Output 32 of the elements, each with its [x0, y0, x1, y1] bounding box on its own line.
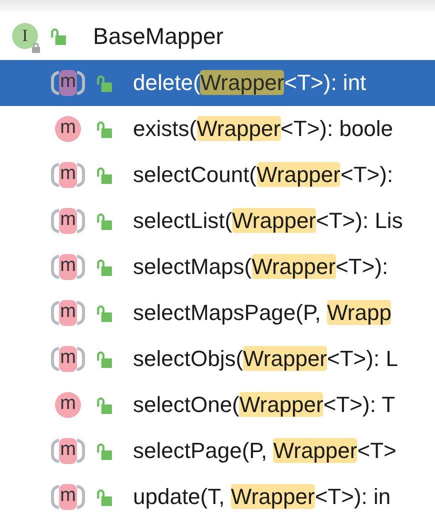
method-signature: selectCount(Wrapper<T>): [133, 162, 394, 188]
method-signature: selectPage(P, Wrapper<T> [133, 438, 396, 464]
method-signature: selectObjs(Wrapper<T>): L [133, 346, 398, 372]
method-item[interactable]: m selectOne(Wrapper<T>): T [0, 382, 435, 428]
method-signature: selectMaps(Wrapper<T>): [133, 254, 388, 280]
method-item[interactable]: m selectPage(P, Wrapper<T> [0, 428, 435, 474]
method-signature: exists(Wrapper<T>): boole [133, 116, 394, 142]
method-signature: selectMapsPage(P, Wrapp [133, 300, 392, 326]
method-item[interactable]: m delete(Wrapper<T>): int [0, 60, 435, 106]
method-item[interactable]: m selectObjs(Wrapper<T>): L [0, 336, 435, 382]
lock-icon [96, 442, 113, 460]
method-item[interactable]: m selectCount(Wrapper<T>): [0, 152, 435, 198]
method-signature: update(T, Wrapper<T>): in [133, 484, 391, 510]
lock-icon [96, 350, 113, 368]
lock-icon [96, 396, 113, 414]
method-item[interactable]: m selectMaps(Wrapper<T>): [0, 244, 435, 290]
method-signature: selectOne(Wrapper<T>): T [133, 392, 396, 418]
lock-icon [50, 28, 67, 44]
lock-icon [96, 304, 113, 322]
lock-icon [96, 258, 113, 276]
method-item[interactable]: m update(T, Wrapper<T>): in [0, 474, 435, 520]
lock-icon [96, 166, 113, 184]
method-signature: delete(Wrapper<T>): int [133, 70, 366, 96]
method-item[interactable]: m selectMapsPage(P, Wrapp [0, 290, 435, 336]
lock-icon [96, 120, 113, 138]
interface-name: BaseMapper [93, 22, 224, 50]
lock-icon [96, 488, 113, 506]
lock-icon [96, 74, 113, 92]
method-signature: selectList(Wrapper<T>): Lis [133, 208, 403, 234]
method-item[interactable]: m selectList(Wrapper<T>): Lis [0, 198, 435, 244]
method-item[interactable]: m exists(Wrapper<T>): boole [0, 106, 435, 152]
lock-icon [96, 212, 113, 230]
